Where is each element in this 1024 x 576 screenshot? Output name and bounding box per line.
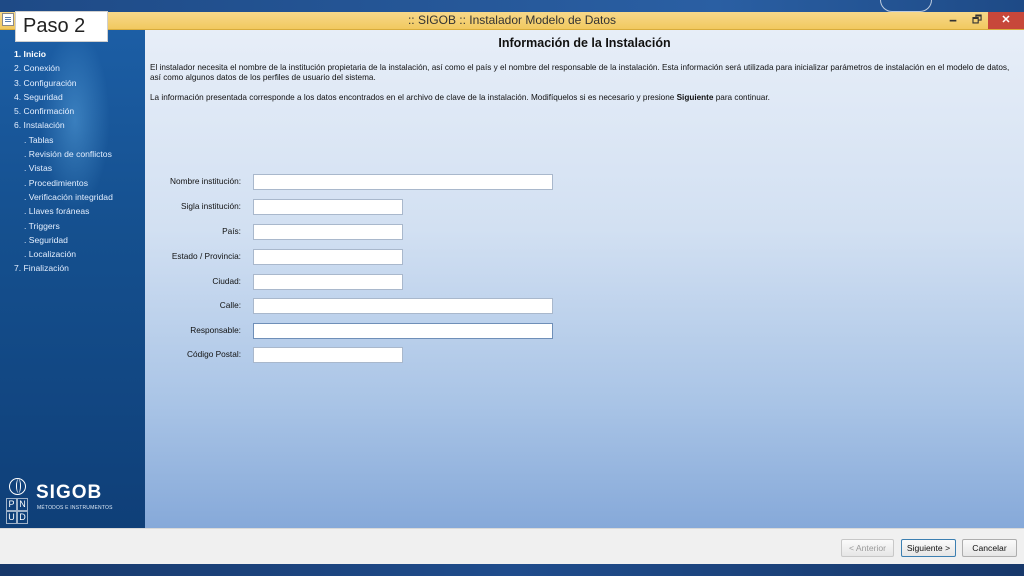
sidebar-step: . Triggers (24, 220, 60, 231)
button-bar: < Anterior Siguiente > Cancelar (0, 528, 1024, 565)
pnud-letter: U (6, 511, 17, 524)
calle-input[interactable] (253, 298, 553, 314)
sidebar-step: . Tablas (24, 134, 54, 145)
sidebar-step: . Llaves foráneas (24, 206, 90, 217)
logo-name: SIGOB (36, 482, 103, 503)
sidebar-step: . Revisión de conflictos (24, 149, 112, 160)
desktop-bottom-band (0, 564, 1024, 576)
steps-sidebar: 1. Inicio 2. Conexión 3. Configuración 4. S… (0, 30, 145, 528)
pnud-letter: P (6, 498, 17, 511)
sidebar-step: . Procedimientos (24, 177, 89, 188)
sidebar-step: 1. Inicio (14, 49, 46, 59)
sidebar-step: . Seguridad (24, 234, 68, 245)
responsable-label: Responsable: (190, 325, 241, 335)
ciudad-input[interactable] (253, 274, 403, 290)
next-button[interactable]: Siguiente > (901, 539, 956, 557)
codigo-postal-input[interactable] (253, 347, 403, 363)
nombre-institucion-label: Nombre institución: (169, 176, 241, 186)
sigla-institucion-input[interactable] (253, 199, 403, 215)
calle-label: Calle: (219, 300, 241, 310)
sidebar-step: 6. Instalación (14, 120, 65, 131)
field-ciudad: Ciudad: (145, 274, 1024, 290)
desktop-top-band (0, 0, 1024, 12)
sigob-logo: P N U D SIGOB MÉTODOS E INSTRUMENTOS (6, 478, 136, 524)
page-title: Información de la Instalación (498, 36, 671, 50)
codigo-postal-label: Código Postal: (187, 349, 241, 359)
field-responsable: Responsable: (145, 323, 1024, 339)
description-text: El instalador necesita el nombre de la i… (150, 63, 1010, 82)
title-bar: :: SIGOB :: Instalador Modelo de Datos 🗕… (0, 12, 1024, 30)
nombre-institucion-input[interactable] (253, 174, 553, 190)
step-overlay-label: Paso 2 (15, 11, 108, 42)
instruction-text: La información presentada corresponde a … (150, 93, 1010, 103)
instruction-suffix: para continuar. (713, 93, 770, 102)
cancel-button[interactable]: Cancelar (962, 539, 1017, 557)
sidebar-step: 5. Confirmación (14, 106, 75, 117)
globe-icon (9, 478, 26, 495)
field-sigla-institucion: Sigla institución: (145, 199, 1024, 215)
field-estado-provincia: Estado / Provincia: (145, 249, 1024, 265)
sigla-institucion-label: Sigla institución: (181, 201, 241, 211)
sidebar-step: . Verificación integridad (24, 191, 113, 202)
main-panel: Información de la Instalación El instala… (145, 30, 1024, 528)
field-calle: Calle: (145, 298, 1024, 314)
window-title: :: SIGOB :: Instalador Modelo de Datos (407, 13, 617, 27)
instruction-prefix: La información presentada corresponde a … (150, 93, 677, 102)
installer-window: :: SIGOB :: Instalador Modelo de Datos 🗕… (0, 12, 1024, 565)
sidebar-step: . Vistas (24, 163, 53, 174)
maximize-button[interactable]: 🗗 (964, 12, 990, 29)
steps-list: 1. Inicio 2. Conexión 3. Configuración 4. S… (0, 47, 145, 276)
pnud-letter: N (17, 498, 28, 511)
pnud-logo: P N U D (6, 478, 30, 524)
field-codigo-postal: Código Postal: (145, 347, 1024, 363)
close-button[interactable]: ✕ (988, 12, 1024, 29)
un-emblem-icon (880, 0, 932, 12)
sidebar-step: . Localización (24, 249, 77, 260)
minimize-button[interactable]: 🗕 (940, 12, 966, 29)
sidebar-step: 4. Seguridad (14, 91, 63, 102)
responsable-input[interactable] (253, 323, 553, 339)
pais-label: País: (222, 226, 241, 236)
sidebar-step: 2. Conexión (14, 63, 60, 74)
estado-provincia-label: Estado / Provincia: (171, 251, 241, 261)
field-nombre-institucion: Nombre institución: (145, 174, 1024, 190)
pnud-letter: D (17, 511, 28, 524)
estado-provincia-input[interactable] (253, 249, 403, 265)
ciudad-label: Ciudad: (212, 276, 241, 286)
logo-subtitle: MÉTODOS E INSTRUMENTOS (37, 505, 113, 511)
field-pais: País: (145, 224, 1024, 240)
instruction-bold: Siguiente (676, 93, 714, 102)
sidebar-step: 7. Finalización (14, 263, 69, 274)
pais-input[interactable] (253, 224, 403, 240)
sidebar-step: 3. Configuración (14, 77, 77, 88)
back-button[interactable]: < Anterior (841, 539, 894, 557)
